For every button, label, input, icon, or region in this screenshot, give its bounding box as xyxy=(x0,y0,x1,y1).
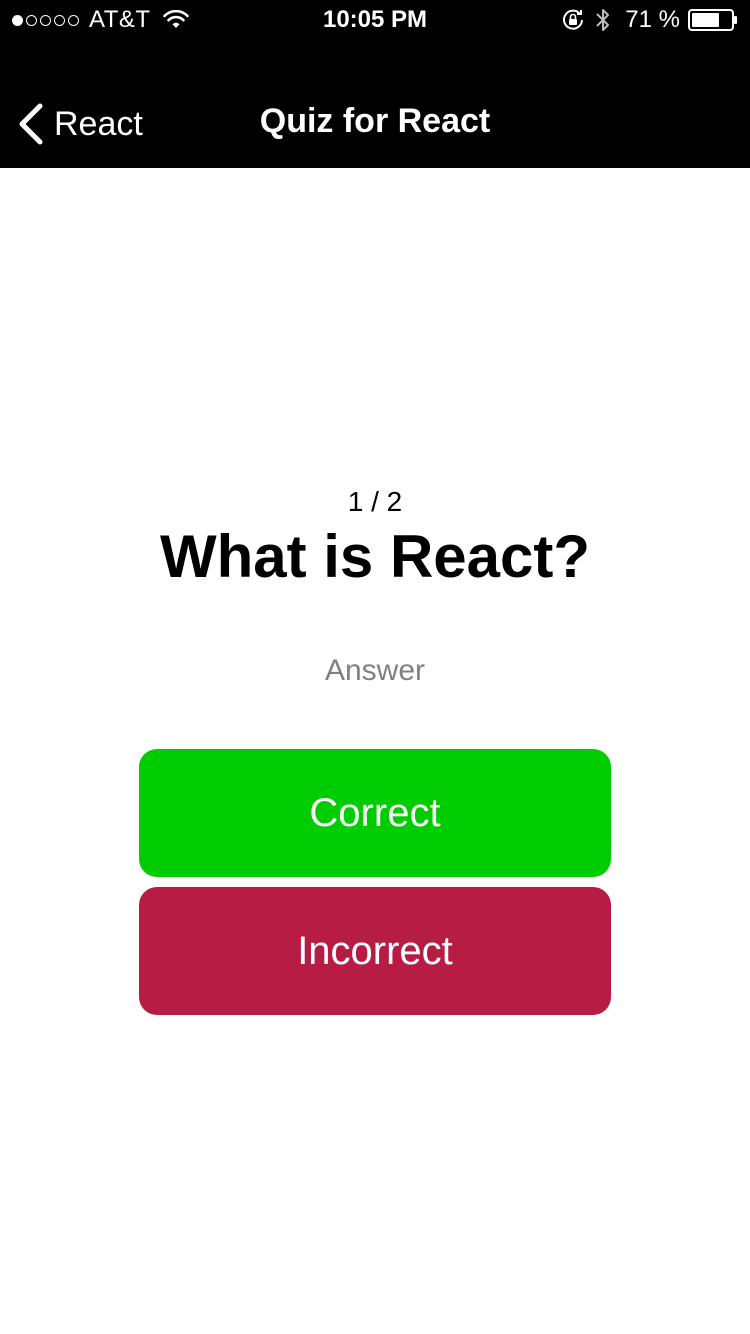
quiz-screen: AT&T 10:05 PM 71 % React Quiz for React … xyxy=(0,0,750,1334)
bluetooth-icon xyxy=(596,9,610,31)
question-text: What is React? xyxy=(159,523,591,590)
status-right: 71 % xyxy=(561,6,738,34)
page-title: Quiz for React xyxy=(259,102,491,140)
correct-button[interactable]: Correct xyxy=(139,749,611,877)
app-header: AT&T 10:05 PM 71 % React Quiz for React xyxy=(0,0,750,168)
lock-rotation-icon xyxy=(563,9,584,30)
battery-icon xyxy=(688,9,737,31)
battery-percent: 71 % xyxy=(625,6,680,33)
question-progress: 1 / 2 xyxy=(347,486,403,517)
show-answer-button[interactable]: Answer xyxy=(0,654,750,688)
incorrect-button[interactable]: Incorrect xyxy=(139,887,611,1015)
incorrect-button-label: Incorrect xyxy=(297,928,453,973)
status-bar: AT&T 10:05 PM 71 % xyxy=(0,0,750,40)
correct-button-label: Correct xyxy=(309,790,441,835)
navigation-bar: React Quiz for React xyxy=(0,80,750,168)
